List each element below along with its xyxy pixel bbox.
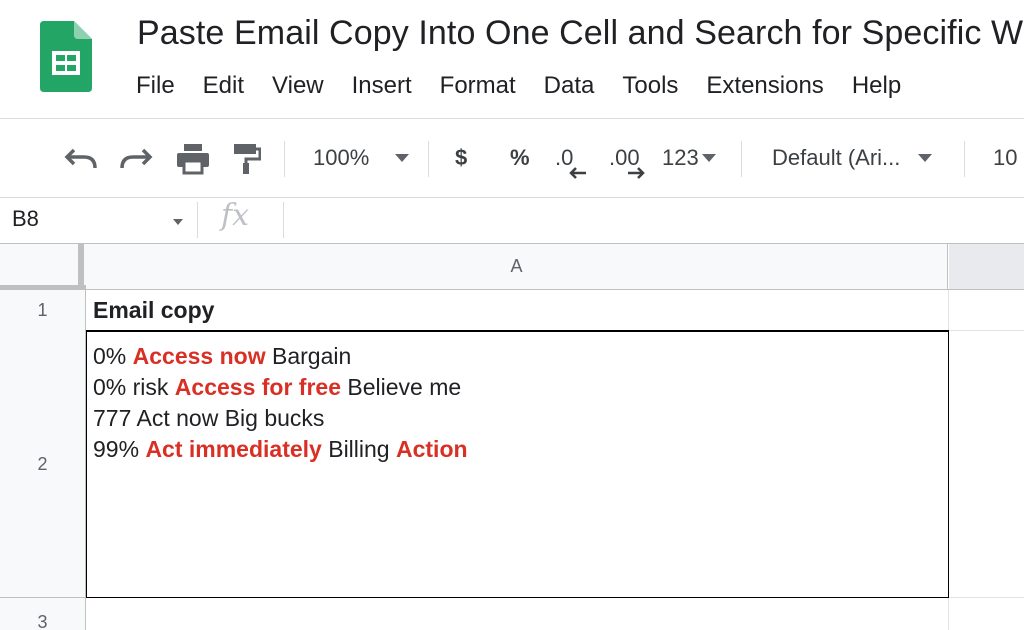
formula-bar-separator (197, 202, 198, 238)
sheets-logo-icon[interactable] (40, 21, 92, 92)
paint-format-icon[interactable] (233, 143, 261, 175)
menu-file[interactable]: File (136, 72, 175, 100)
arrow-left-icon (569, 167, 586, 179)
menu-insert[interactable]: Insert (352, 72, 412, 100)
chevron-down-icon (395, 154, 410, 162)
percent-label: % (510, 145, 530, 170)
chevron-down-icon (701, 154, 716, 162)
email-copy-line: 99% Act immediately Billing Action (93, 436, 468, 462)
currency-label: $ (455, 145, 468, 170)
column-header-a[interactable]: A (86, 244, 948, 289)
formula-bar-separator (283, 202, 284, 238)
chevron-down-icon (918, 154, 933, 162)
spam-keyword: Act immediately (145, 436, 322, 462)
menu-tools[interactable]: Tools (622, 72, 678, 100)
email-copy-line: 0% Access now Bargain (93, 343, 352, 369)
toolbar: 100% $ % .0 .00 123 Default (Ari... 10 (0, 119, 1024, 197)
toolbar-separator (964, 141, 965, 177)
font-family-select[interactable]: Default (Ari... (772, 142, 933, 174)
menu-format[interactable]: Format (440, 72, 516, 100)
formula-bar: B8 fx (0, 198, 1024, 243)
font-size-input[interactable]: 10 (993, 142, 1017, 174)
row-header-3[interactable]: 3 (0, 598, 86, 630)
chevron-down-icon[interactable] (173, 219, 183, 225)
percent-format-button[interactable]: % (510, 142, 530, 174)
email-copy-line: 777 Act now Big bucks (93, 405, 325, 431)
menu-bar: File Edit View Insert Format Data Tools … (136, 72, 929, 100)
frozen-column-handle[interactable] (78, 244, 84, 289)
more-formats-button[interactable]: 123 (662, 142, 716, 174)
menu-view[interactable]: View (272, 72, 324, 100)
menu-edit[interactable]: Edit (203, 72, 244, 100)
row-header-2[interactable]: 2 (0, 330, 86, 598)
spam-keyword: Action (396, 436, 468, 462)
undo-icon[interactable] (64, 146, 98, 172)
spam-keyword: Access now (132, 343, 266, 369)
menu-extensions[interactable]: Extensions (706, 72, 823, 100)
font-family-value: Default (Ari... (772, 145, 901, 170)
toolbar-separator (741, 141, 742, 177)
grid-line (948, 598, 949, 630)
column-header-b[interactable] (949, 244, 1024, 289)
zoom-value: 100% (313, 145, 370, 170)
select-all-corner[interactable] (0, 244, 86, 289)
more-formats-label: 123 (662, 145, 699, 170)
toolbar-separator (284, 141, 285, 177)
print-icon[interactable] (176, 143, 210, 175)
cell-a1[interactable]: Email copy (86, 290, 949, 330)
spam-keyword: Access for free (174, 374, 341, 400)
grid-line (949, 330, 1024, 331)
currency-format-button[interactable]: $ (455, 142, 467, 174)
redo-icon[interactable] (119, 146, 153, 172)
toolbar-separator (428, 141, 429, 177)
email-copy-line: 0% risk Access for free Believe me (93, 374, 462, 400)
menu-help[interactable]: Help (852, 72, 901, 100)
grid-line (949, 597, 1024, 598)
grid-line (948, 290, 949, 330)
font-size-value: 10 (993, 145, 1018, 170)
app-header: Paste Email Copy Into One Cell and Searc… (0, 0, 1024, 118)
name-box[interactable]: B8 (12, 206, 39, 232)
cell-a2[interactable]: 0% Access now Bargain 0% risk Access for… (86, 330, 949, 598)
function-icon: fx (221, 198, 250, 233)
spreadsheet-grid: A 1 2 3 Email copy 0% Access now Bargain… (0, 244, 1024, 630)
row-header-1[interactable]: 1 (0, 290, 86, 330)
document-title[interactable]: Paste Email Copy Into One Cell and Searc… (137, 14, 1024, 53)
arrow-right-icon (628, 167, 645, 179)
menu-data[interactable]: Data (544, 72, 595, 100)
zoom-select[interactable]: 100% (313, 142, 410, 174)
